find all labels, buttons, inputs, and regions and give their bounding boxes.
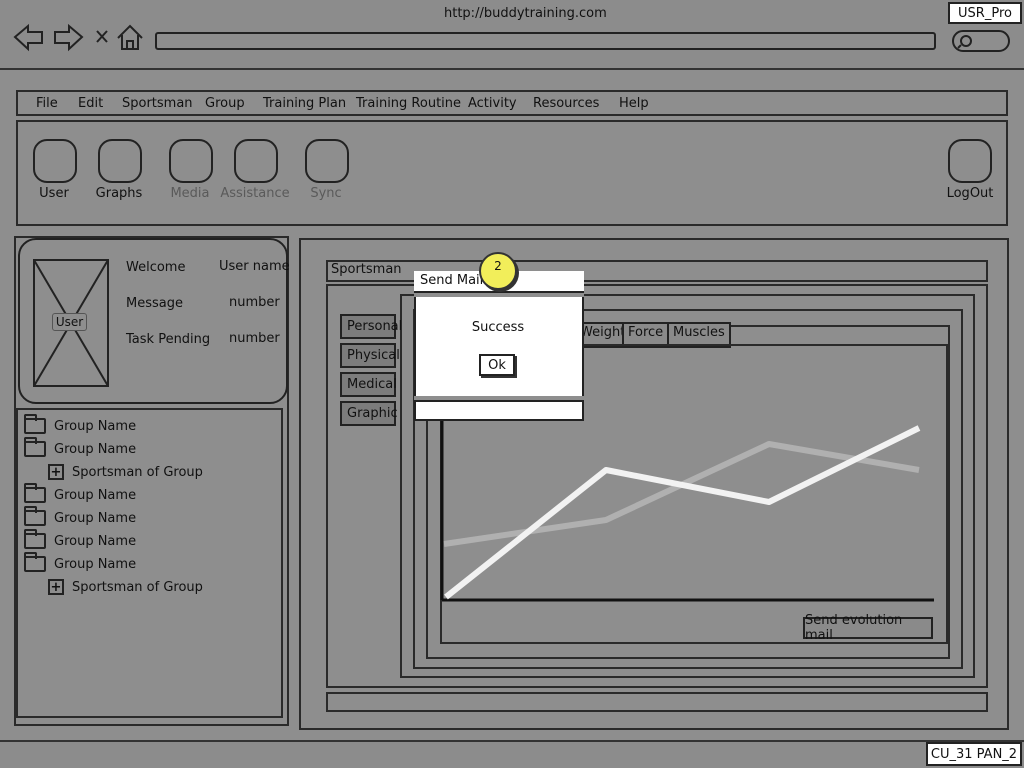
assistance-button-label: Assistance (220, 186, 290, 201)
folder-open-icon (24, 552, 46, 572)
folder-icon (24, 414, 46, 434)
tree-child-item[interactable]: + Sportsman of Group (48, 462, 203, 482)
graphs-button[interactable] (98, 139, 142, 183)
search-icon (957, 35, 972, 49)
series-line-light (444, 425, 921, 600)
send-evolution-mail-button[interactable]: Send evolution mail (803, 613, 933, 643)
menu-bar: File Edit Sportsman Group Training Plan … (16, 90, 1008, 116)
plus-icon[interactable]: + (48, 579, 64, 595)
back-icon[interactable] (13, 23, 43, 52)
folder-icon (24, 483, 46, 503)
dialog-ok-button[interactable]: Ok (479, 354, 515, 376)
plus-icon[interactable]: + (48, 464, 64, 480)
sync-button[interactable] (305, 139, 349, 183)
dialog-message: Success (471, 320, 525, 335)
user-button[interactable] (33, 139, 77, 183)
address-bar[interactable] (155, 32, 936, 50)
url-text: http://buddytraining.com (444, 6, 607, 21)
forward-icon[interactable] (54, 23, 84, 52)
assistance-button[interactable] (234, 139, 278, 183)
tree-item[interactable]: Group Name (24, 506, 136, 528)
tree-item[interactable]: Group Name (24, 529, 136, 551)
tree-item[interactable]: Group Name (24, 437, 136, 459)
sync-button-label: Sync (310, 186, 342, 201)
menu-training-plan[interactable]: Training Plan (263, 96, 346, 111)
welcome-value: User name (219, 259, 290, 274)
menu-training-routine[interactable]: Training Routine (356, 96, 461, 111)
tree-item[interactable]: Group Name (24, 552, 136, 574)
tab-personal[interactable]: Personal (340, 314, 402, 339)
logout-button-label: LogOut (946, 186, 994, 201)
folder-open-icon (24, 437, 46, 457)
tree-item[interactable]: Group Name (24, 414, 136, 436)
home-icon[interactable] (117, 24, 143, 50)
menu-activity[interactable]: Activity (468, 96, 517, 111)
welcome-label: Welcome (126, 260, 186, 275)
logout-button[interactable] (948, 139, 992, 183)
user-badge: USR_Pro (948, 2, 1022, 24)
graphs-button-label: Graphs (95, 186, 143, 201)
status-bar (0, 740, 1024, 768)
message-value: number (229, 295, 280, 310)
folder-icon (24, 529, 46, 549)
menu-group[interactable]: Group (205, 96, 245, 111)
series-line-gray (443, 441, 920, 547)
tab-graphic[interactable]: Graphic (340, 401, 398, 426)
message-label: Message (126, 296, 183, 311)
task-value: number (229, 331, 280, 346)
media-button[interactable] (169, 139, 213, 183)
tab-medical[interactable]: Medical (340, 372, 397, 397)
tree-child-item[interactable]: + Sportsman of Group (48, 577, 203, 597)
tab-physical[interactable]: Physical (340, 343, 400, 368)
callout-marker: 2 (479, 252, 517, 290)
sportsman-title: Sportsman (331, 262, 402, 277)
toolbar (16, 120, 1008, 226)
app-window: http://buddytraining.com USR_Pro File Ed… (0, 0, 1024, 768)
sportsman-footer (326, 692, 988, 712)
folder-icon (24, 506, 46, 526)
task-label: Task Pending (126, 332, 211, 347)
footer-badge: CU_31 PAN_2 (926, 742, 1022, 766)
menu-help[interactable]: Help (619, 96, 649, 111)
dialog-title-gap (414, 293, 584, 297)
menu-file[interactable]: File (36, 96, 58, 111)
search-box[interactable] (952, 30, 1010, 52)
menu-edit[interactable]: Edit (78, 96, 103, 111)
tree-item[interactable]: Group Name (24, 483, 136, 505)
dialog-divider (414, 400, 584, 402)
menu-sportsman[interactable]: Sportsman (122, 96, 193, 111)
menu-resources[interactable]: Resources (533, 96, 599, 111)
close-icon[interactable] (96, 30, 108, 43)
nav-icons (13, 23, 143, 52)
avatar-label: User (52, 313, 87, 331)
